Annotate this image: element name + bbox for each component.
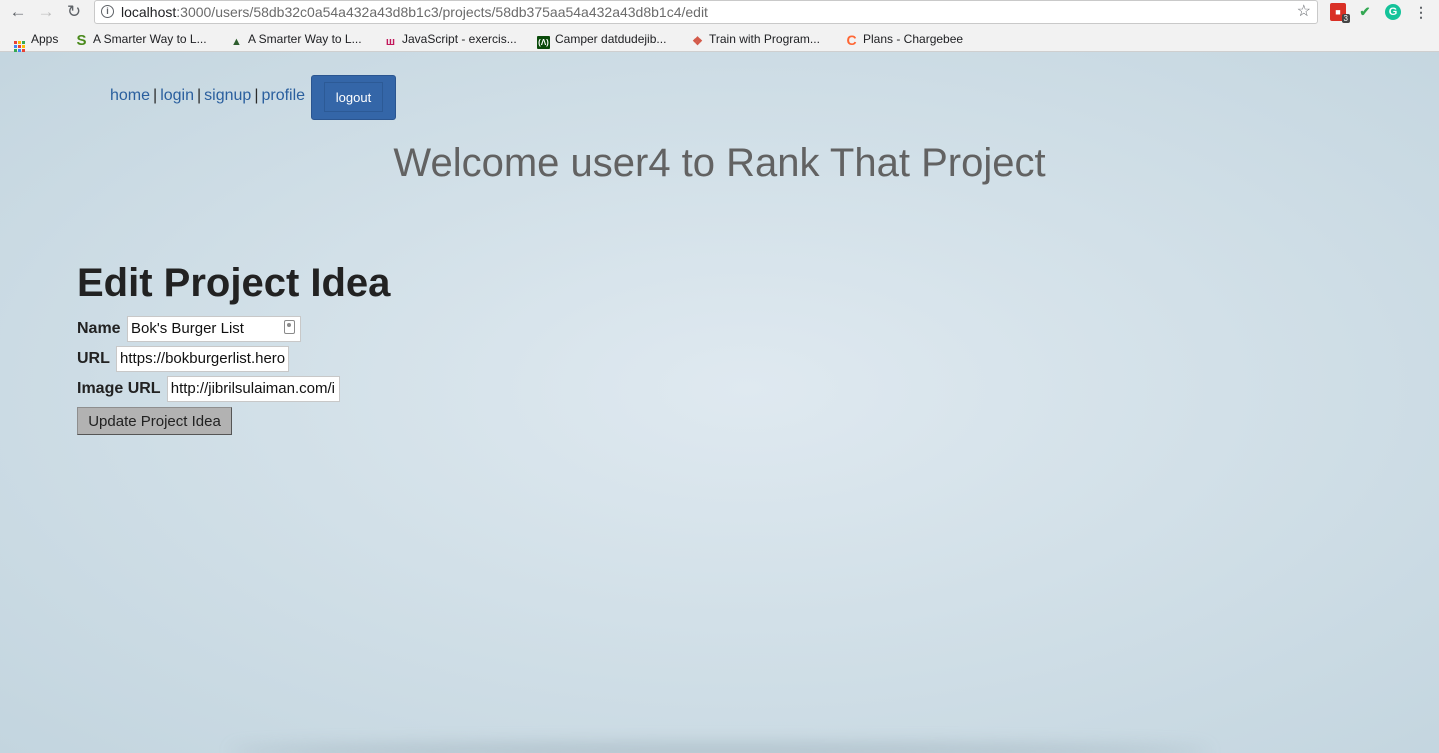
logout-button[interactable]: logout: [324, 82, 383, 112]
bookmark-javascript-exercises[interactable]: ш JavaScript - exercis...: [384, 30, 517, 48]
nav-signup-link[interactable]: signup: [204, 87, 251, 104]
browser-menu-icon[interactable]: ⋮: [1414, 3, 1428, 21]
name-label: Name: [77, 320, 121, 338]
spiral-icon: ❖: [692, 34, 703, 48]
bookmark-smarter-way-1[interactable]: SA Smarter Way to L...: [75, 30, 206, 49]
checkmark-extension-icon[interactable]: ✔: [1357, 3, 1373, 21]
info-icon[interactable]: i: [101, 5, 114, 18]
url-text: localhost:3000/users/58db32c0a54a432a43d…: [121, 4, 708, 20]
url-label: URL: [77, 350, 110, 367]
nav-separator: |: [254, 87, 259, 104]
forward-arrow-icon[interactable]: →: [35, 2, 57, 22]
bookmark-smarter-way-2[interactable]: ▲ A Smarter Way to L...: [230, 30, 362, 48]
name-input[interactable]: [127, 315, 302, 342]
nav-separator: |: [153, 87, 158, 104]
bookmark-star-icon[interactable]: ☆: [1297, 1, 1311, 23]
reload-icon[interactable]: ↻: [63, 2, 85, 22]
nav-separator: |: [197, 87, 202, 104]
welcome-heading: Welcome user4 to Rank That Project: [393, 141, 1046, 185]
bookmarks-bar: Apps SA Smarter Way to L... ▲ A Smarter W…: [0, 26, 1439, 52]
browser-toolbar: ← → ↻ i localhost:3000/users/58db32c0a54…: [0, 0, 1439, 26]
update-project-button[interactable]: Update Project Idea: [77, 407, 232, 435]
nav-login-link[interactable]: login: [160, 87, 194, 104]
book-icon: ▲: [231, 36, 242, 48]
bookmark-apps[interactable]: Apps: [14, 30, 58, 52]
image-url-label: Image URL: [77, 380, 161, 397]
form-title: Edit Project Idea: [77, 261, 391, 305]
bookmark-train-with-programmers[interactable]: ❖ Train with Program...: [691, 30, 820, 48]
nav-home-link[interactable]: home: [110, 87, 150, 104]
apps-grid-icon: [14, 41, 25, 52]
image-url-input[interactable]: [166, 375, 340, 402]
logout-form: logout: [311, 75, 396, 120]
w3resource-icon: ш: [385, 36, 396, 48]
page-bottom-shadow: [230, 743, 1210, 753]
bookmark-plans-chargebee[interactable]: C Plans - Chargebee: [845, 30, 963, 48]
freecodecamp-icon: (Λ): [537, 36, 550, 49]
page-viewport: home | login | signup | profile logout Welcome…: [0, 52, 1439, 753]
chargebee-icon: C: [846, 32, 857, 48]
extension-badge: 3: [1341, 14, 1350, 23]
image-url-row: Image URL: [77, 375, 340, 403]
url-row: URL: [77, 345, 290, 373]
name-row: Name: [77, 315, 302, 343]
grammarly-extension-icon[interactable]: G: [1385, 4, 1401, 20]
top-nav: home | login | signup | profile: [110, 87, 305, 105]
s-logo-icon: S: [76, 32, 87, 49]
contact-card-icon[interactable]: [284, 320, 296, 334]
bookmark-camper[interactable]: (Λ) Camper datdudejib...: [537, 30, 666, 49]
url-input[interactable]: [116, 345, 290, 372]
nav-profile-link[interactable]: profile: [261, 87, 305, 104]
back-arrow-icon[interactable]: ←: [7, 2, 29, 22]
address-bar[interactable]: i localhost:3000/users/58db32c0a54a432a4…: [94, 0, 1318, 24]
name-field-wrapper: [127, 315, 302, 343]
calendar-extension-icon[interactable]: ■ 3: [1330, 3, 1350, 23]
